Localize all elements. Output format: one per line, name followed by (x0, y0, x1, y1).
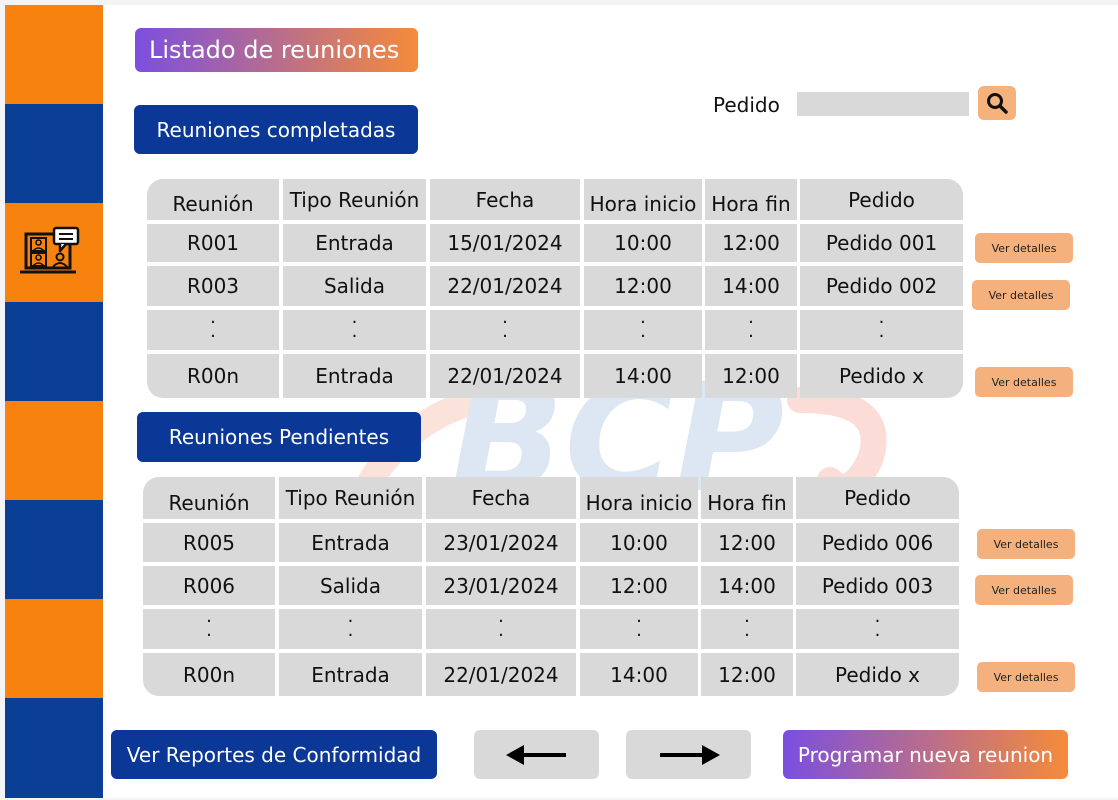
table-cell: 12:00 (584, 266, 702, 306)
ellipsis-cell: · · (147, 310, 279, 350)
table-cell: 12:00 (701, 523, 793, 562)
view-conformity-reports-button[interactable]: Ver Reportes de Conformidad (111, 730, 437, 779)
table-cell: R00n (147, 354, 279, 398)
table-cell: R005 (143, 523, 275, 562)
table-cell: 10:00 (580, 523, 698, 562)
table-cell: 12:00 (705, 354, 797, 398)
table-cell: Pedido 006 (796, 523, 959, 562)
sidebar-block (5, 5, 103, 104)
table-cell: 22/01/2024 (426, 653, 576, 696)
column-header: Fecha (430, 179, 580, 220)
column-header: Reunión (147, 179, 279, 220)
table-cell: Pedido x (796, 653, 959, 696)
table-cell: R003 (147, 266, 279, 306)
page-title: Listado de reuniones (135, 28, 418, 72)
table-cell: 14:00 (701, 566, 793, 605)
table-cell: Pedido 001 (800, 224, 963, 262)
arrow-right-icon (659, 744, 720, 765)
ellipsis-cell: · · (800, 310, 963, 350)
sidebar (5, 5, 103, 798)
search-button[interactable] (978, 86, 1016, 120)
schedule-new-meeting-button[interactable]: Programar nueva reunion (783, 730, 1068, 779)
ellipsis-cell: · · (430, 310, 580, 350)
view-details-button[interactable]: Ver detalles (975, 367, 1073, 397)
filter-label: Pedido (713, 93, 780, 117)
table-cell: 23/01/2024 (426, 523, 576, 562)
table-cell: 10:00 (584, 224, 702, 262)
column-header: Fecha (426, 477, 576, 519)
table-cell: R00n (143, 653, 275, 696)
ellipsis-cell: · · (283, 310, 426, 350)
previous-page-button[interactable] (474, 730, 599, 779)
column-header: Pedido (800, 179, 963, 220)
column-header: Hora fin (701, 477, 793, 519)
table-cell: Entrada (283, 224, 426, 262)
table-cell: 14:00 (580, 653, 698, 696)
ellipsis-cell: · · (279, 609, 422, 649)
completed-meetings-tab[interactable]: Reuniones completadas (134, 105, 418, 154)
table-cell: Pedido 003 (796, 566, 959, 605)
search-icon (987, 93, 1008, 114)
video-meeting-icon[interactable] (20, 224, 98, 284)
pedido-filter-select[interactable] (797, 92, 969, 116)
column-header: Reunión (143, 477, 275, 519)
sidebar-block (5, 599, 103, 698)
table-cell: Salida (279, 566, 422, 605)
ellipsis-cell: · · (796, 609, 959, 649)
sidebar-block (5, 104, 103, 203)
view-details-button[interactable]: Ver detalles (977, 529, 1075, 559)
ellipsis-cell: · · (143, 609, 275, 649)
sidebar-block (5, 500, 103, 599)
column-header: Hora inicio (584, 179, 702, 220)
sidebar-block (5, 401, 103, 500)
table-cell: R001 (147, 224, 279, 262)
column-header: Tipo Reunión (279, 477, 422, 519)
table-cell: Entrada (279, 653, 422, 696)
arrow-left-icon (505, 744, 566, 765)
table-cell: 12:00 (580, 566, 698, 605)
column-header: Hora fin (705, 179, 797, 220)
table-cell: Entrada (283, 354, 426, 398)
table-cell: Pedido 002 (800, 266, 963, 306)
view-details-button[interactable]: Ver detalles (977, 662, 1075, 692)
column-header: Pedido (796, 477, 959, 519)
table-cell: 14:00 (705, 266, 797, 306)
table-cell: Salida (283, 266, 426, 306)
table-cell: Pedido x (800, 354, 963, 398)
sidebar-block (5, 698, 103, 798)
ellipsis-cell: · · (580, 609, 698, 649)
pending-meetings-tab[interactable]: Reuniones Pendientes (137, 412, 421, 462)
table-cell: 22/01/2024 (430, 354, 580, 398)
view-details-button[interactable]: Ver detalles (975, 575, 1073, 605)
view-details-button[interactable]: Ver detalles (972, 280, 1070, 310)
ellipsis-cell: · · (701, 609, 793, 649)
table-cell: 15/01/2024 (430, 224, 580, 262)
table-cell: 12:00 (705, 224, 797, 262)
sidebar-block (5, 302, 103, 401)
ellipsis-cell: · · (426, 609, 576, 649)
column-header: Tipo Reunión (283, 179, 426, 220)
table-cell: R006 (143, 566, 275, 605)
table-cell: 22/01/2024 (430, 266, 580, 306)
table-cell: Entrada (279, 523, 422, 562)
ellipsis-cell: · · (705, 310, 797, 350)
table-cell: 12:00 (701, 653, 793, 696)
table-cell: 14:00 (584, 354, 702, 398)
view-details-button[interactable]: Ver detalles (975, 233, 1073, 263)
table-cell: 23/01/2024 (426, 566, 576, 605)
column-header: Hora inicio (580, 477, 698, 519)
next-page-button[interactable] (626, 730, 751, 779)
ellipsis-cell: · · (584, 310, 702, 350)
